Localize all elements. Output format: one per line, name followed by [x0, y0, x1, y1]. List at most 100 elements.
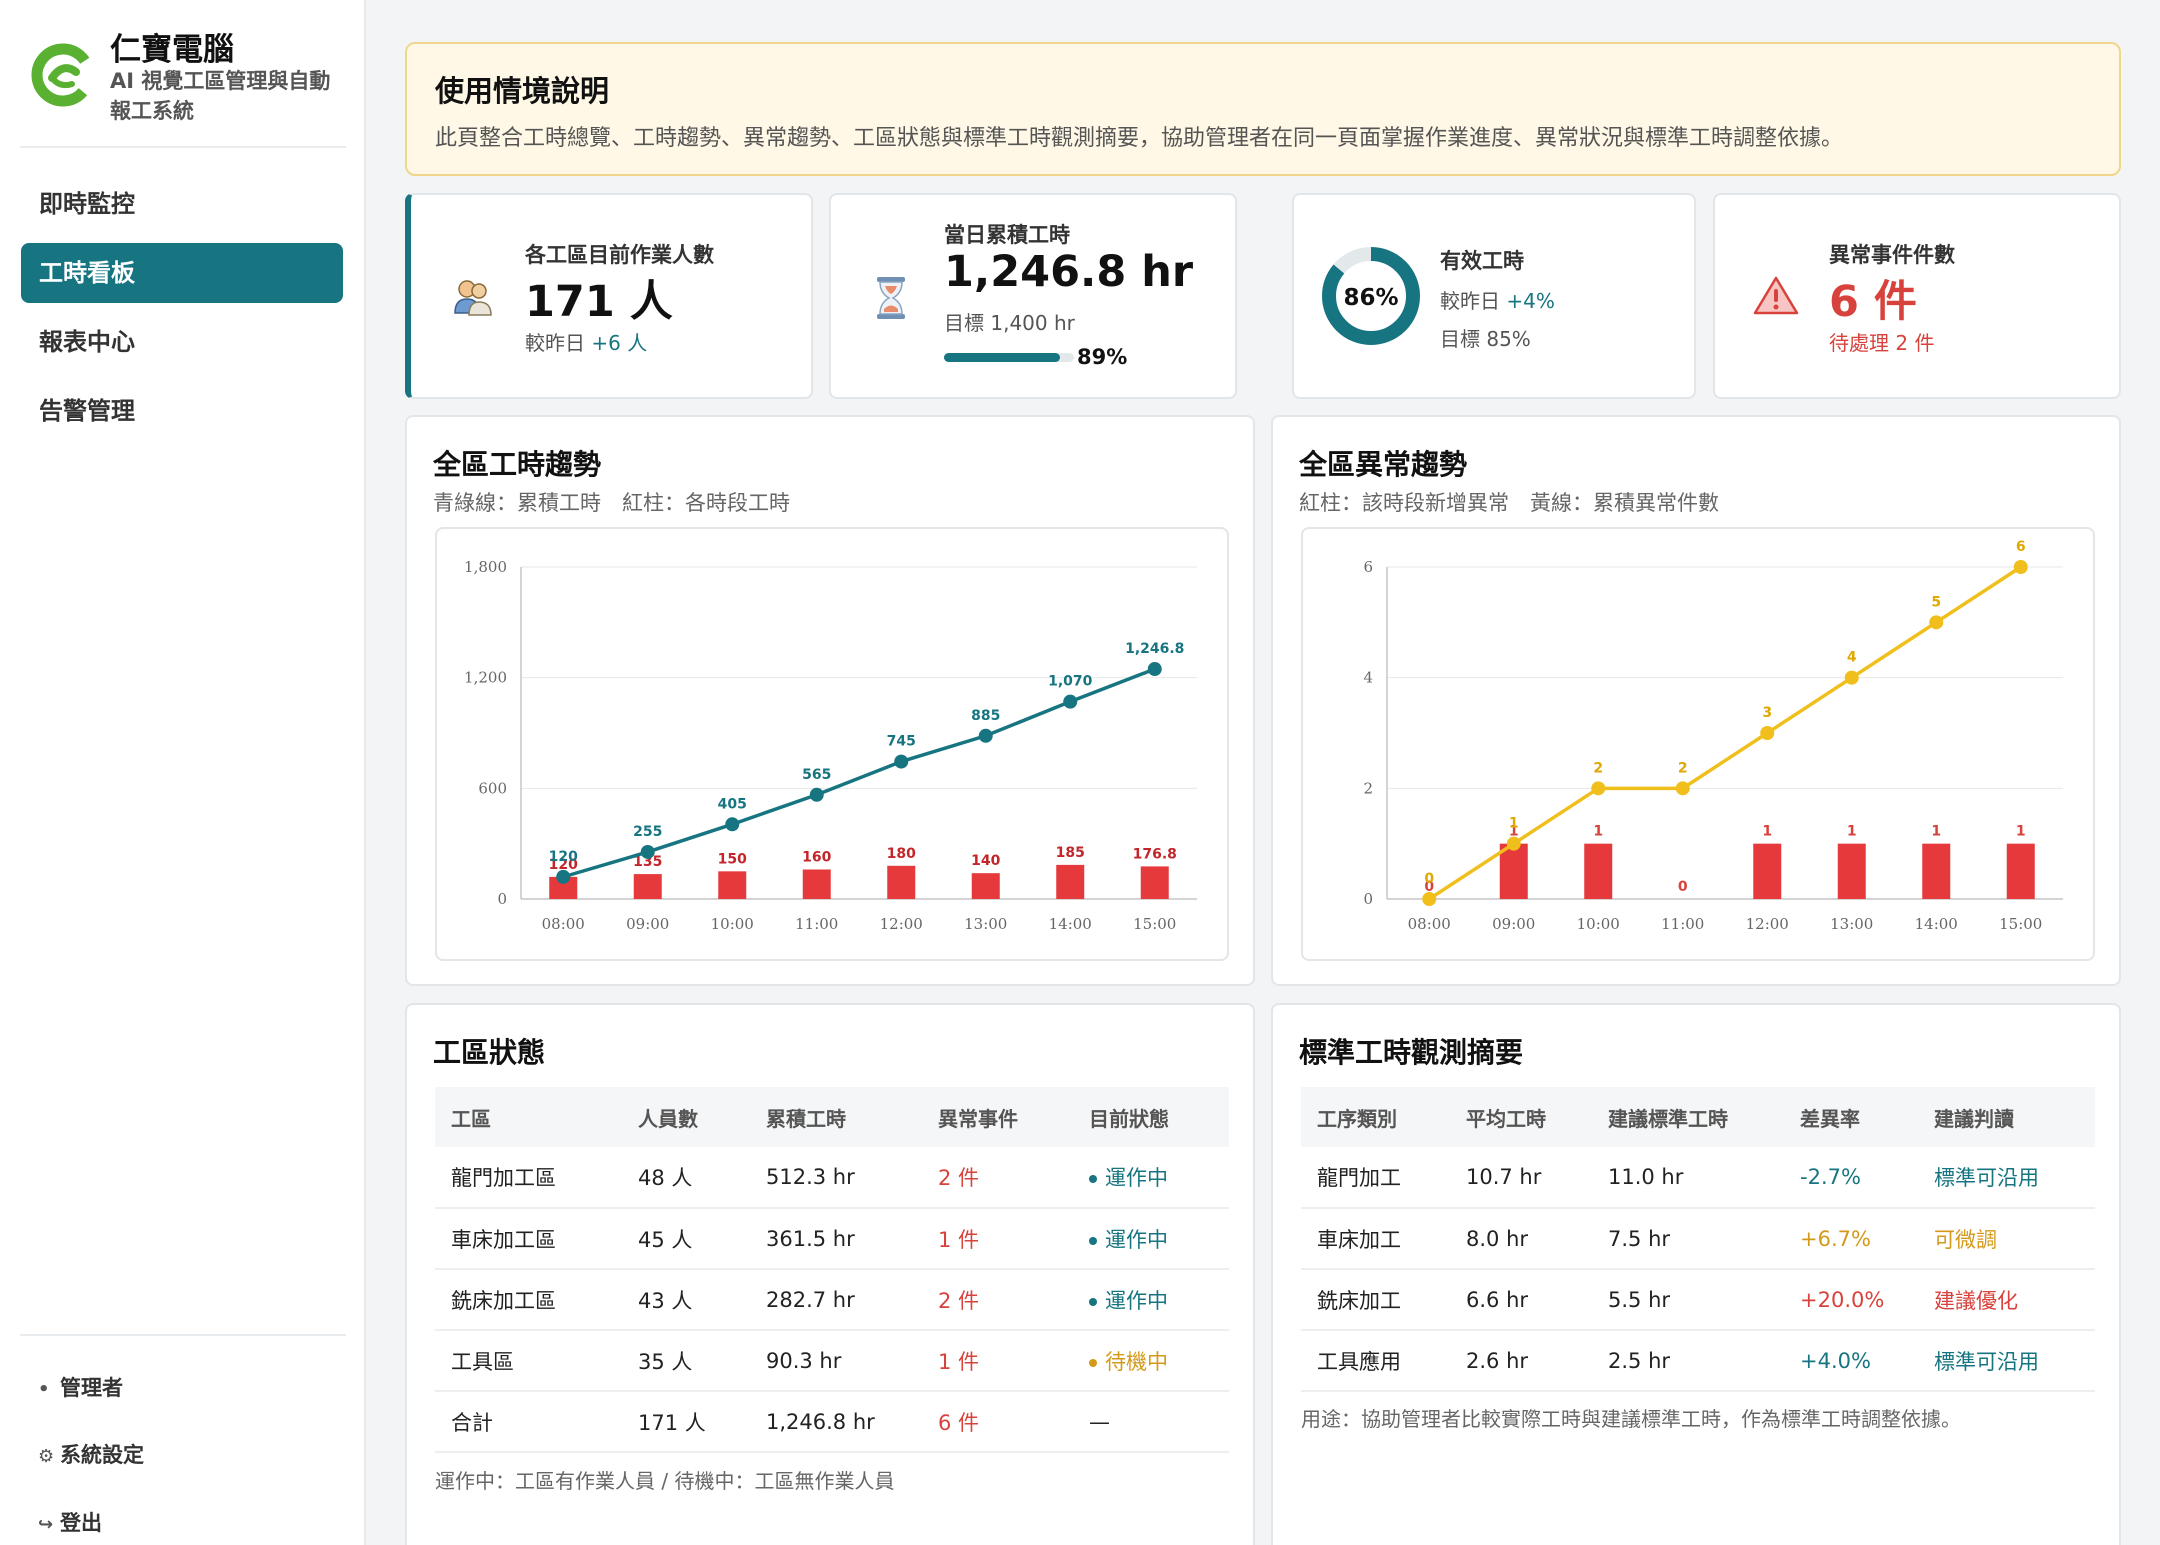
- status-dot-icon: [1089, 1236, 1097, 1245]
- events-cell: 2 件: [922, 1147, 1073, 1209]
- kpi-anomaly-pending[interactable]: 待處理 2 件: [1829, 327, 1934, 356]
- nav-item-alerts[interactable]: 告警管理: [21, 381, 343, 441]
- kpi-workers-compare-prefix: 較昨日: [525, 331, 585, 355]
- user-dot-icon: •: [38, 1379, 50, 1400]
- std-hours-note: 用途：協助管理者比較實際工時與建議標準工時，作為標準工時調整依據。: [1301, 1407, 1961, 1431]
- bar-data-label: 0: [1678, 879, 1688, 895]
- bar: [633, 874, 662, 899]
- bar: [1140, 866, 1169, 899]
- process-cell: 龍門加工: [1301, 1147, 1450, 1209]
- std-col-std: 建議標準工時: [1592, 1087, 1784, 1147]
- people-cell: 171 人: [622, 1391, 750, 1453]
- sidebar-footer-divider: [20, 1334, 346, 1336]
- logout-icon: ↪: [38, 1514, 54, 1535]
- bar: [802, 869, 831, 899]
- zone-status-title: 工區狀態: [433, 1036, 546, 1069]
- table-row[interactable]: 龍門加工區 48 人 512.3 hr 2 件 運作中: [435, 1147, 1229, 1209]
- hours-progress-fill: [944, 353, 1060, 362]
- workers-icon: [454, 280, 492, 316]
- line-point: [1422, 892, 1437, 906]
- hours-chart-frame: 0 600 1,200 1,800 08:00 09:00 10:00 11:00 12:00 1…: [435, 527, 1229, 961]
- line-data-label: 5: [1931, 594, 1941, 610]
- hours-cell: 282.7 hr: [750, 1269, 922, 1331]
- zone-col-events: 異常事件: [922, 1087, 1073, 1147]
- diff-cell: +20.0%: [1784, 1269, 1918, 1331]
- bar: [1922, 843, 1951, 899]
- kpi-hours-value: 1,246.8 hr: [944, 247, 1194, 297]
- bar-data-label: 1: [1931, 824, 1941, 840]
- line-data-label: 2: [1678, 760, 1688, 776]
- table-row[interactable]: 銑床加工區 43 人 282.7 hr 2 件 運作中: [435, 1269, 1229, 1331]
- kpi-anomaly-card: 異常事件件數 6 件 待處理 2 件: [1713, 193, 2121, 399]
- line-point: [1929, 615, 1944, 630]
- anomaly-chart-frame: 0 2 4 6 08:00 09:00 10:00 11:00 12:00 13:00 14:00 1…: [1301, 527, 2095, 961]
- warning-icon: [1753, 276, 1799, 315]
- bar-data-label: 140: [971, 853, 1000, 869]
- hours-cell: 512.3 hr: [750, 1147, 922, 1209]
- table-row[interactable]: 龍門加工 10.7 hr 11.0 hr -2.7% 標準可沿用: [1301, 1147, 2095, 1209]
- line-point: [894, 754, 909, 769]
- x-tick-label: 09:00: [626, 915, 669, 933]
- verdict-cell: 標準可沿用: [1918, 1330, 2095, 1392]
- bar-data-label: 1: [1593, 824, 1603, 840]
- people-cell: 48 人: [622, 1147, 750, 1209]
- table-row[interactable]: 工具區 35 人 90.3 hr 1 件 待機中: [435, 1330, 1229, 1392]
- events-cell: 1 件: [922, 1330, 1073, 1392]
- line-point: [640, 844, 655, 859]
- logout-link[interactable]: ↪ 登出: [38, 1507, 102, 1537]
- y-tick-label: 4: [1363, 669, 1373, 687]
- kpi-workers-card: 各工區目前作業人數 171 人 較昨日 +6 人: [405, 193, 813, 399]
- bar-data-label: 160: [802, 849, 831, 865]
- hours-trend-panel: 全區工時趨勢 青綠線：累積工時 紅柱：各時段工時 0 600 1,200 1,800 0…: [405, 415, 1255, 986]
- hours-trend-title: 全區工時趨勢: [433, 448, 602, 481]
- hours-progress-track: [944, 353, 1074, 362]
- table-row[interactable]: 車床加工 8.0 hr 7.5 hr +6.7% 可微調: [1301, 1208, 2095, 1270]
- user-menu[interactable]: • 管理者: [38, 1372, 123, 1402]
- line-point: [1506, 836, 1521, 851]
- table-row[interactable]: 合計 171 人 1,246.8 hr 6 件 —: [435, 1391, 1229, 1453]
- effective-ring-label: 86%: [1343, 285, 1398, 311]
- zone-status-table: 工區 人員數 累積工時 異常事件 目前狀態 龍門加工區 48 人 512.3 hr 2…: [435, 1087, 1229, 1453]
- avg-cell: 8.0 hr: [1450, 1208, 1592, 1270]
- avg-cell: 10.7 hr: [1450, 1147, 1592, 1209]
- line-data-label: 255: [633, 824, 662, 840]
- notice-text: 此頁整合工時總覽、工時趨勢、異常趨勢、工區狀態與標準工時觀測摘要，協助管理者在同…: [435, 126, 1844, 151]
- kpi-effective-compare: 較昨日 +4%: [1440, 285, 1555, 314]
- y-tick-label: 0: [497, 890, 507, 908]
- nav-item-hours-board[interactable]: 工時看板: [21, 243, 343, 303]
- x-tick-label: 15:00: [1133, 915, 1176, 933]
- bar-data-label: 176.8: [1133, 846, 1177, 862]
- line-data-label: 405: [718, 796, 747, 812]
- line-data-label: 0: [1424, 871, 1434, 887]
- line-point: [1591, 781, 1606, 796]
- settings-link[interactable]: ⚙ 系統設定: [38, 1439, 144, 1469]
- zone-status-note: 運作中：工區有作業人員 / 待機中：工區無作業人員: [435, 1469, 895, 1493]
- std-cell: 5.5 hr: [1592, 1269, 1784, 1331]
- process-cell: 工具應用: [1301, 1330, 1450, 1392]
- x-tick-label: 12:00: [880, 915, 923, 933]
- status-badge: 待機中: [1105, 1349, 1168, 1374]
- table-row[interactable]: 工具應用 2.6 hr 2.5 hr +4.0% 標準可沿用: [1301, 1330, 2095, 1392]
- kpi-effective-card: 86% 有效工時 較昨日 +4% 目標 85%: [1292, 193, 1696, 399]
- nav-item-realtime[interactable]: 即時監控: [21, 174, 343, 234]
- line-data-label: 4: [1847, 650, 1857, 666]
- table-row[interactable]: 車床加工區 45 人 361.5 hr 1 件 運作中: [435, 1208, 1229, 1270]
- avg-cell: 2.6 hr: [1450, 1330, 1592, 1392]
- line-data-label: 2: [1593, 760, 1603, 776]
- notice-title: 使用情境說明: [435, 74, 610, 108]
- line-point: [1063, 694, 1078, 709]
- bar-data-label: 185: [1056, 845, 1085, 861]
- bar: [971, 873, 1000, 899]
- line-point: [1147, 662, 1162, 677]
- kpi-hours-label: 當日累積工時: [944, 223, 1070, 247]
- nav-item-reports[interactable]: 報表中心: [21, 312, 343, 372]
- people-cell: 45 人: [622, 1208, 750, 1270]
- kpi-hours-target: 目標 1,400 hr: [944, 311, 1075, 335]
- x-tick-label: 10:00: [711, 915, 754, 933]
- brand: 仁寶電腦 AI 視覺工區管理與自動報工系統: [20, 22, 346, 148]
- line-point: [1844, 670, 1859, 685]
- x-tick-label: 14:00: [1049, 915, 1092, 933]
- table-row[interactable]: 銑床加工 6.6 hr 5.5 hr +20.0% 建議優化: [1301, 1269, 2095, 1331]
- kpi-workers-label: 各工區目前作業人數: [525, 243, 714, 267]
- process-cell: 車床加工: [1301, 1208, 1450, 1270]
